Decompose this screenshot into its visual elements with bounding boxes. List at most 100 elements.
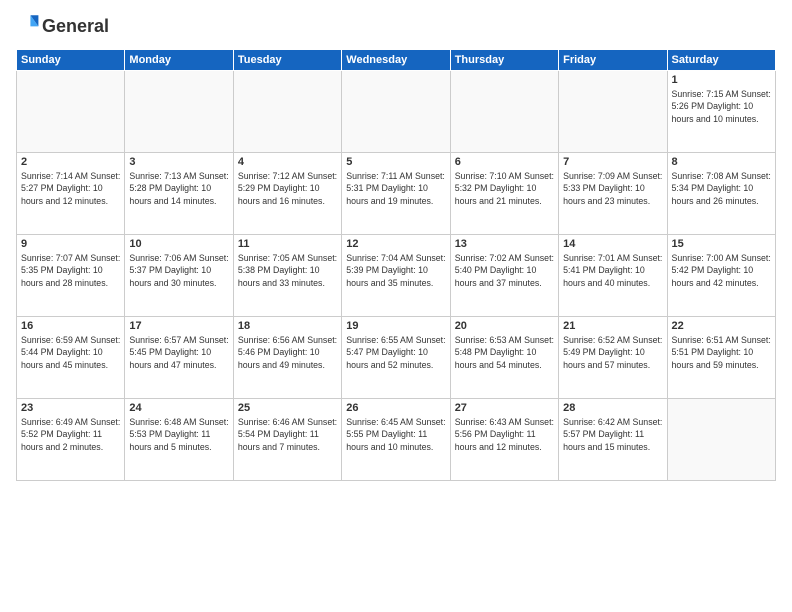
calendar-week-row: 2 Sunrise: 7:14 AM Sunset: 5:27 PM Daylig… <box>17 153 776 235</box>
calendar-cell <box>559 71 667 153</box>
day-number: 23 <box>21 402 120 414</box>
day-info: Sunrise: 7:09 AM Sunset: 5:33 PM Dayligh… <box>563 170 662 207</box>
day-number: 21 <box>563 320 662 332</box>
day-info: Sunrise: 7:13 AM Sunset: 5:28 PM Dayligh… <box>129 170 228 207</box>
weekday-header-row: SundayMondayTuesdayWednesdayThursdayFrid… <box>17 50 776 71</box>
day-number: 15 <box>672 238 771 250</box>
calendar-cell: 16 Sunrise: 6:59 AM Sunset: 5:44 PM Dayli… <box>17 317 125 399</box>
day-number: 25 <box>238 402 337 414</box>
day-info: Sunrise: 7:08 AM Sunset: 5:34 PM Dayligh… <box>672 170 771 207</box>
calendar-cell <box>450 71 558 153</box>
day-number: 3 <box>129 156 228 168</box>
calendar-cell: 21Sunrise: 6:52 AM Sunset: 5:49 PM Dayli… <box>559 317 667 399</box>
day-number: 24 <box>129 402 228 414</box>
calendar-cell: 6 Sunrise: 7:10 AM Sunset: 5:32 PM Daylig… <box>450 153 558 235</box>
day-number: 27 <box>455 402 554 414</box>
calendar-cell: 27 Sunrise: 6:43 AM Sunset: 5:56 PM Dayli… <box>450 399 558 481</box>
day-number: 8 <box>672 156 771 168</box>
logo: General <box>16 12 109 41</box>
day-number: 1 <box>672 74 771 86</box>
day-info: Sunrise: 7:12 AM Sunset: 5:29 PM Dayligh… <box>238 170 337 207</box>
day-info: Sunrise: 6:46 AM Sunset: 5:54 PM Dayligh… <box>238 416 337 453</box>
calendar-cell: 19 Sunrise: 6:55 AM Sunset: 5:47 PM Dayli… <box>342 317 450 399</box>
day-number: 10 <box>129 238 228 250</box>
day-info: Sunrise: 7:14 AM Sunset: 5:27 PM Dayligh… <box>21 170 120 207</box>
day-number: 28 <box>563 402 662 414</box>
calendar-cell: 3 Sunrise: 7:13 AM Sunset: 5:28 PM Daylig… <box>125 153 233 235</box>
day-info: Sunrise: 7:00 AM Sunset: 5:42 PM Dayligh… <box>672 252 771 289</box>
weekday-header-wednesday: Wednesday <box>342 50 450 71</box>
day-info: Sunrise: 6:45 AM Sunset: 5:55 PM Dayligh… <box>346 416 445 453</box>
day-info: Sunrise: 7:10 AM Sunset: 5:32 PM Dayligh… <box>455 170 554 207</box>
day-number: 14 <box>563 238 662 250</box>
calendar: SundayMondayTuesdayWednesdayThursdayFrid… <box>16 49 776 481</box>
day-info: Sunrise: 6:48 AM Sunset: 5:53 PM Dayligh… <box>129 416 228 453</box>
calendar-cell: 28 Sunrise: 6:42 AM Sunset: 5:57 PM Dayli… <box>559 399 667 481</box>
calendar-cell <box>125 71 233 153</box>
calendar-cell: 20 Sunrise: 6:53 AM Sunset: 5:48 PM Dayli… <box>450 317 558 399</box>
day-info: Sunrise: 7:04 AM Sunset: 5:39 PM Dayligh… <box>346 252 445 289</box>
day-info: Sunrise: 6:57 AM Sunset: 5:45 PM Dayligh… <box>129 334 228 371</box>
day-info: Sunrise: 6:56 AM Sunset: 5:46 PM Dayligh… <box>238 334 337 371</box>
day-number: 16 <box>21 320 120 332</box>
calendar-cell <box>667 399 775 481</box>
weekday-header-sunday: Sunday <box>17 50 125 71</box>
calendar-cell: 2 Sunrise: 7:14 AM Sunset: 5:27 PM Daylig… <box>17 153 125 235</box>
calendar-cell: 4 Sunrise: 7:12 AM Sunset: 5:29 PM Daylig… <box>233 153 341 235</box>
calendar-cell: 25 Sunrise: 6:46 AM Sunset: 5:54 PM Dayli… <box>233 399 341 481</box>
calendar-cell: 23 Sunrise: 6:49 AM Sunset: 5:52 PM Dayli… <box>17 399 125 481</box>
day-info: Sunrise: 7:06 AM Sunset: 5:37 PM Dayligh… <box>129 252 228 289</box>
day-number: 26 <box>346 402 445 414</box>
calendar-cell: 15 Sunrise: 7:00 AM Sunset: 5:42 PM Dayli… <box>667 235 775 317</box>
day-number: 7 <box>563 156 662 168</box>
day-info: Sunrise: 6:59 AM Sunset: 5:44 PM Dayligh… <box>21 334 120 371</box>
calendar-cell <box>233 71 341 153</box>
day-number: 9 <box>21 238 120 250</box>
weekday-header-thursday: Thursday <box>450 50 558 71</box>
day-info: Sunrise: 6:42 AM Sunset: 5:57 PM Dayligh… <box>563 416 662 453</box>
day-info: Sunrise: 6:55 AM Sunset: 5:47 PM Dayligh… <box>346 334 445 371</box>
day-info: Sunrise: 6:43 AM Sunset: 5:56 PM Dayligh… <box>455 416 554 453</box>
day-info: Sunrise: 6:49 AM Sunset: 5:52 PM Dayligh… <box>21 416 120 453</box>
calendar-cell: 26 Sunrise: 6:45 AM Sunset: 5:55 PM Dayli… <box>342 399 450 481</box>
day-number: 2 <box>21 156 120 168</box>
day-info: Sunrise: 7:05 AM Sunset: 5:38 PM Dayligh… <box>238 252 337 289</box>
weekday-header-saturday: Saturday <box>667 50 775 71</box>
day-info: Sunrise: 6:51 AM Sunset: 5:51 PM Dayligh… <box>672 334 771 371</box>
calendar-cell: 24 Sunrise: 6:48 AM Sunset: 5:53 PM Dayli… <box>125 399 233 481</box>
day-number: 22 <box>672 320 771 332</box>
calendar-cell: 13 Sunrise: 7:02 AM Sunset: 5:40 PM Dayli… <box>450 235 558 317</box>
day-number: 4 <box>238 156 337 168</box>
page: General SundayMondayTuesdayWednesdayThur… <box>0 0 792 612</box>
calendar-cell: 12 Sunrise: 7:04 AM Sunset: 5:39 PM Dayli… <box>342 235 450 317</box>
day-info: Sunrise: 6:53 AM Sunset: 5:48 PM Dayligh… <box>455 334 554 371</box>
day-info: Sunrise: 7:11 AM Sunset: 5:31 PM Dayligh… <box>346 170 445 207</box>
logo-icon <box>16 12 40 36</box>
calendar-week-row: 23 Sunrise: 6:49 AM Sunset: 5:52 PM Dayli… <box>17 399 776 481</box>
day-number: 5 <box>346 156 445 168</box>
calendar-week-row: 1 Sunrise: 7:15 AM Sunset: 5:26 PM Daylig… <box>17 71 776 153</box>
day-info: Sunrise: 7:02 AM Sunset: 5:40 PM Dayligh… <box>455 252 554 289</box>
day-number: 12 <box>346 238 445 250</box>
calendar-cell: 8 Sunrise: 7:08 AM Sunset: 5:34 PM Daylig… <box>667 153 775 235</box>
calendar-cell: 18 Sunrise: 6:56 AM Sunset: 5:46 PM Dayli… <box>233 317 341 399</box>
calendar-cell: 22 Sunrise: 6:51 AM Sunset: 5:51 PM Dayli… <box>667 317 775 399</box>
calendar-cell <box>17 71 125 153</box>
day-number: 19 <box>346 320 445 332</box>
day-number: 18 <box>238 320 337 332</box>
calendar-week-row: 16 Sunrise: 6:59 AM Sunset: 5:44 PM Dayli… <box>17 317 776 399</box>
calendar-cell: 14Sunrise: 7:01 AM Sunset: 5:41 PM Dayli… <box>559 235 667 317</box>
day-number: 20 <box>455 320 554 332</box>
weekday-header-tuesday: Tuesday <box>233 50 341 71</box>
calendar-cell: 10 Sunrise: 7:06 AM Sunset: 5:37 PM Dayli… <box>125 235 233 317</box>
day-number: 17 <box>129 320 228 332</box>
day-info: Sunrise: 7:15 AM Sunset: 5:26 PM Dayligh… <box>672 88 771 125</box>
weekday-header-monday: Monday <box>125 50 233 71</box>
logo-text: General <box>42 17 109 37</box>
calendar-cell <box>342 71 450 153</box>
day-number: 6 <box>455 156 554 168</box>
calendar-cell: 17 Sunrise: 6:57 AM Sunset: 5:45 PM Dayli… <box>125 317 233 399</box>
day-number: 11 <box>238 238 337 250</box>
day-number: 13 <box>455 238 554 250</box>
calendar-cell: 7 Sunrise: 7:09 AM Sunset: 5:33 PM Daylig… <box>559 153 667 235</box>
